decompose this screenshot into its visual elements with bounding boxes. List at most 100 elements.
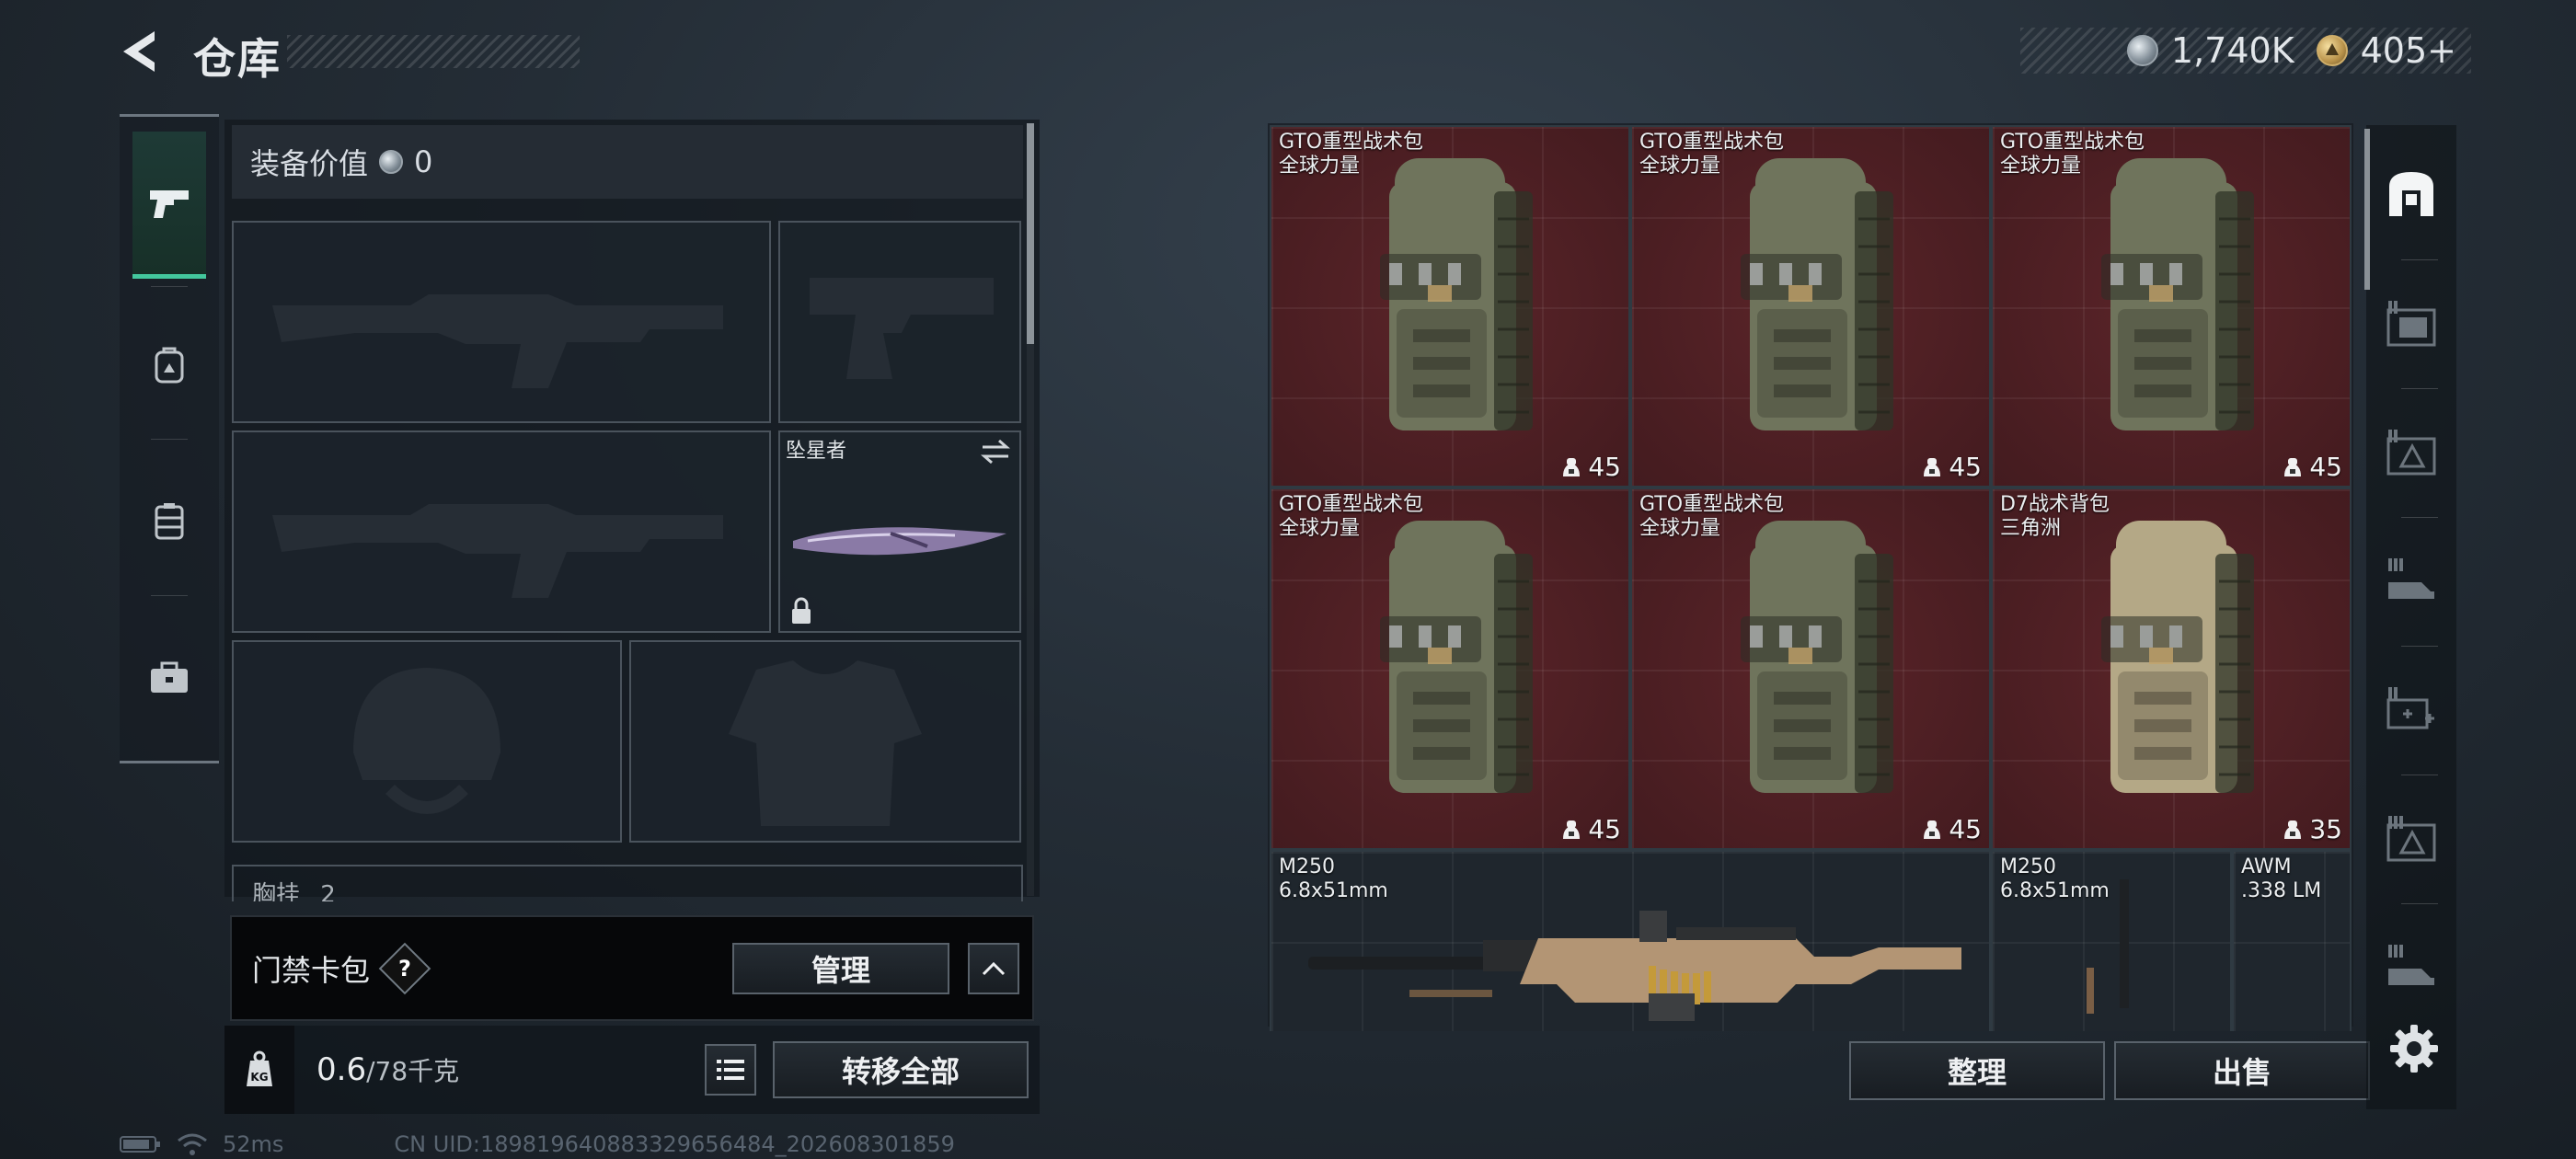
ping-value: 52ms <box>223 1131 284 1157</box>
category-storage-5[interactable] <box>2366 907 2456 1027</box>
weight-kg-icon: KG <box>224 1026 294 1114</box>
chevron-up-icon <box>982 961 1006 975</box>
weight-bar: KG 0.6/78千克 转移全部 <box>224 1026 1040 1114</box>
silver-currency-value: 1,740K <box>2170 30 2294 71</box>
category-scrollbar[interactable] <box>2364 129 2370 290</box>
category-storage-medical[interactable] <box>2366 649 2456 769</box>
item-capacity: 45 <box>2282 452 2342 482</box>
body-armor-slot[interactable] <box>629 640 1021 843</box>
storage-item-backpack[interactable]: D7战术背包 三角洲 35 <box>1991 488 2352 850</box>
organize-button[interactable]: 整理 <box>1849 1041 2105 1100</box>
backpack-icon <box>2099 156 2256 432</box>
expand-keycard-button[interactable] <box>968 942 1019 994</box>
status-bar: 52ms CN UID:18981964088332965​6484_20260… <box>120 1131 955 1157</box>
karambit-blade-icon <box>793 527 1006 556</box>
helmet-slot[interactable] <box>232 640 622 843</box>
help-icon[interactable]: ? <box>378 942 431 994</box>
tab-chest-rig[interactable] <box>132 448 206 595</box>
category-storage-4[interactable] <box>2366 778 2456 898</box>
storage-item-backpack[interactable]: GTO重型战术包 全球力量 45 <box>1630 125 1991 488</box>
manage-button[interactable]: 管理 <box>732 942 949 994</box>
backpack-icon <box>155 347 184 384</box>
machine-gun-icon <box>1308 911 1961 1021</box>
storage-item-backpack[interactable]: GTO重型战术包 全球力量 45 <box>1991 125 2352 488</box>
wifi-icon <box>178 1133 207 1155</box>
item-capacity: 45 <box>1560 452 1621 482</box>
storage-2-icon <box>2386 430 2436 476</box>
helmet-silhouette-icon <box>353 668 500 814</box>
storage-item-backpack[interactable]: GTO重型战术包 全球力量 45 <box>1270 488 1630 850</box>
category-storage-3[interactable] <box>2366 521 2456 640</box>
category-storage-1[interactable] <box>2366 263 2456 383</box>
chest-rig-row[interactable]: 胸挂 2 <box>232 865 1023 901</box>
settings-button[interactable] <box>2388 1023 2440 1074</box>
item-capacity: 45 <box>1921 814 1982 844</box>
item-name: GTO重型战术包 全球力量 <box>1279 493 1424 540</box>
storage-item-backpack[interactable]: GTO重型战术包 全球力量 45 <box>1270 125 1630 488</box>
capacity-icon <box>1563 820 1581 839</box>
pistol-silhouette-icon <box>810 278 994 379</box>
sell-button[interactable]: 出售 <box>2114 1041 2370 1100</box>
backpack-icon <box>1378 519 1535 795</box>
currency-bar: 1,740K 405+ <box>2020 28 2471 74</box>
max-weight: /78千克 <box>366 1056 460 1086</box>
equipment-value-header: 装备价值 0 <box>232 125 1023 199</box>
backpack-icon <box>1739 156 1895 432</box>
chest-rig-count: 2 <box>320 881 336 901</box>
storage-5-icon <box>2388 945 2434 985</box>
sidearm-slot[interactable] <box>778 221 1021 423</box>
storage-item-backpack[interactable]: GTO重型战术包 全球力量 45 <box>1630 488 1991 850</box>
storage-item-weapon[interactable]: M250 6.8x51mm <box>1270 850 1991 1031</box>
category-all-items[interactable] <box>2366 134 2456 254</box>
secondary-weapon-slot[interactable] <box>232 430 771 633</box>
category-storage-2[interactable] <box>2366 392 2456 511</box>
back-arrow-icon <box>123 31 155 72</box>
loadout-scroll-thumb[interactable] <box>1027 123 1034 344</box>
gear-icon <box>2390 1025 2438 1073</box>
primary-weapon-slot[interactable] <box>232 221 771 423</box>
briefcase-icon <box>151 661 188 693</box>
melee-weapon-slot[interactable]: 坠星者 <box>778 430 1021 633</box>
item-name: GTO重型战术包 全球力量 <box>2000 131 2145 178</box>
premium-currency-value[interactable]: 405+ <box>2361 30 2456 71</box>
capacity-icon <box>1924 457 1941 476</box>
backpack-icon <box>1739 519 1895 795</box>
back-button[interactable] <box>118 28 166 75</box>
item-capacity: 35 <box>2282 814 2342 844</box>
pistol-icon <box>150 189 189 218</box>
transfer-all-button[interactable]: 转移全部 <box>773 1041 1029 1098</box>
storage-4-icon <box>2386 816 2436 862</box>
storage-category-bar <box>2366 125 2456 1109</box>
page-title: 仓库 <box>193 34 282 84</box>
tab-weapons[interactable] <box>132 132 206 279</box>
weight-readout: 0.6/78千克 <box>316 1051 459 1088</box>
svg-text:KG: KG <box>250 1071 268 1084</box>
battery-icon <box>120 1136 160 1153</box>
storage-3-icon <box>2388 558 2434 599</box>
backpack-icon <box>2099 519 2256 795</box>
rifle-silhouette-icon <box>272 294 723 388</box>
equip-value-label: 装备价值 <box>250 146 369 181</box>
storage-1-icon <box>2386 301 2436 347</box>
storage-item-weapon[interactable]: AWM .338 LM <box>2232 850 2352 1031</box>
item-capacity: 45 <box>1921 452 1982 482</box>
storage-medical-icon <box>2386 687 2434 729</box>
all-items-icon <box>2389 172 2433 216</box>
rifle-silhouette-icon <box>272 504 723 598</box>
storage-item-weapon[interactable]: M250 6.8x51mm <box>1991 850 2232 1031</box>
tab-backpack[interactable] <box>132 292 206 439</box>
item-capacity: 45 <box>1560 814 1621 844</box>
item-name: AWM .338 LM <box>2241 855 2322 902</box>
keycard-holder-bar: 门禁卡包 ? 管理 <box>230 915 1034 1021</box>
capacity-icon <box>1924 820 1941 839</box>
tab-briefcase[interactable] <box>132 604 206 752</box>
swap-icon[interactable] <box>979 438 1012 465</box>
chest-rig-icon <box>155 503 184 540</box>
item-name: GTO重型战术包 全球力量 <box>1639 493 1785 540</box>
storage-grid: GTO重型战术包 全球力量 45 GTO重型战术包 全球力量 45 GTO重型战术包… <box>1270 125 2353 1031</box>
item-name: GTO重型战术包 全球力量 <box>1279 131 1424 178</box>
body-armor-silhouette-icon <box>729 660 922 826</box>
loadout-category-tabs <box>120 114 219 763</box>
list-view-button[interactable] <box>705 1044 756 1096</box>
title-decoration <box>287 35 580 68</box>
